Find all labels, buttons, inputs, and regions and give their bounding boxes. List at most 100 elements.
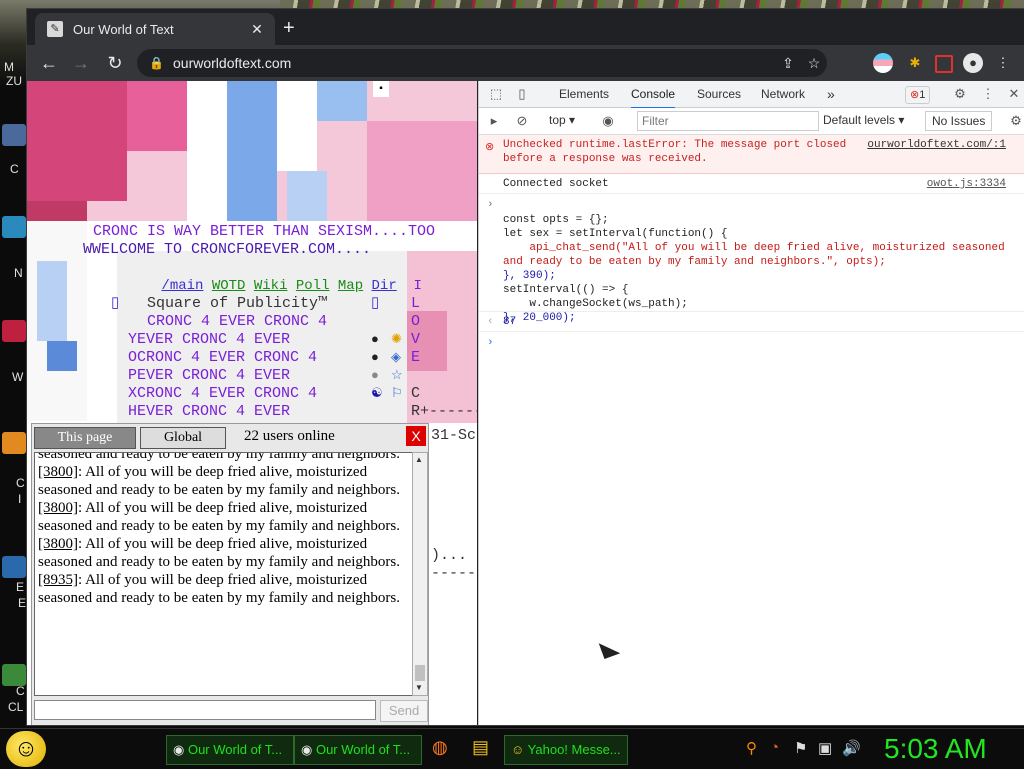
users-online-count: 22 users online [244, 428, 335, 444]
owot-text-line: XCRONC 4 EVER CRONC 4 [83, 385, 318, 402]
chat-message-text: : All of you will be deep fried alive, m… [38, 572, 400, 606]
desktop-label: I [18, 492, 22, 506]
folder-icon[interactable]: ▤ [472, 737, 489, 758]
sun-icon: ✺ [391, 332, 402, 347]
more-tabs-icon[interactable]: » [827, 81, 835, 107]
inspect-element-icon[interactable]: ⬚ [487, 85, 505, 103]
browser-tab[interactable]: ✎ Our World of Text ✕ [35, 13, 275, 45]
context-selector[interactable]: top ▾ [549, 111, 575, 129]
tab-console[interactable]: Console [631, 81, 676, 109]
system-clock[interactable]: 5:03 AM [884, 731, 987, 767]
network-icon[interactable]: ▣ [818, 739, 832, 757]
start-smiley-icon[interactable]: ☺ [6, 731, 46, 767]
error-source-link[interactable]: ourworldoftext.com/:1 [867, 139, 1006, 151]
tray-app-icon[interactable]: ◔ [770, 739, 779, 756]
diamond-icon: ◈ [391, 350, 401, 365]
yahoo-smiley-icon: ☺ [511, 742, 525, 757]
tab-strip: ✎ Our World of Text ✕ + [27, 9, 1024, 45]
desktop-app-icon[interactable] [2, 216, 26, 238]
nav-link-wiki[interactable]: Wiki [254, 278, 288, 294]
device-toolbar-icon[interactable]: ▯ [513, 85, 531, 103]
chat-message-id[interactable]: [3800] [38, 536, 78, 552]
settings-gear-icon[interactable]: ⚙ [951, 85, 969, 103]
chat-tab-global[interactable]: Global [140, 427, 226, 449]
console-filter-input[interactable]: Filter [637, 111, 819, 131]
flag-tray-icon[interactable]: ⚑ [794, 739, 807, 757]
chat-message: [3800]: All of you will be deep fried al… [38, 463, 408, 499]
share-icon[interactable]: ⇪ [775, 55, 801, 72]
new-tab-button[interactable]: + [283, 17, 295, 40]
dot-icon: ● [371, 350, 379, 365]
scroll-down-icon[interactable]: ▼ [415, 683, 423, 692]
console-settings-icon[interactable]: ⚙ [1007, 112, 1024, 130]
context-value: top [549, 113, 566, 127]
tab-elements[interactable]: Elements [559, 81, 609, 107]
log-source-link[interactable]: owot.js:3334 [927, 178, 1006, 190]
taskbar-item-yahoo-messenger[interactable]: ☺ Yahoo! Messe... [504, 735, 628, 765]
console-prompt-icon[interactable]: › [487, 337, 494, 349]
back-arrow-icon[interactable]: ← [37, 51, 61, 75]
desktop-icons: M ZU C N W C I E E C CL [0, 40, 28, 720]
console-log-row: Connected socket owot.js:3334 [479, 175, 1024, 194]
sidebar-toggle-icon[interactable]: ▸ [485, 112, 503, 130]
chat-log[interactable]: seasoned and ready to be eaten by my fam… [34, 452, 414, 696]
chat-close-button[interactable]: X [406, 426, 426, 446]
issues-button[interactable]: No Issues [925, 111, 993, 131]
desktop-app-icon[interactable] [2, 320, 26, 342]
tab-sources[interactable]: Sources [697, 81, 741, 107]
web-page[interactable]: ▪ CRONC IS WAY BETTER THAN SEXISM....TOO… [27, 81, 477, 725]
chat-send-button[interactable]: Send [380, 700, 428, 722]
taskbar-item-chrome-2[interactable]: ◉ Our World of T... [294, 735, 422, 765]
close-tab-icon[interactable]: ✕ [247, 21, 267, 38]
browser-menu-icon[interactable]: ⋮ [993, 53, 1013, 73]
error-count-badge[interactable]: ⊗1 [905, 86, 931, 104]
nav-link-poll[interactable]: Poll [296, 278, 330, 294]
owot-fragment: ----- [431, 565, 477, 582]
close-devtools-icon[interactable]: ✕ [1005, 85, 1023, 103]
taskbar-item-chrome-1[interactable]: ◉ Our World of T... [166, 735, 294, 765]
desktop-label: W [12, 370, 24, 384]
address-bar[interactable]: 🔒 ourworldoftext.com ⇪ ☆ [137, 49, 827, 77]
chat-message-id[interactable]: [3800] [38, 500, 78, 516]
bookmark-star-icon[interactable]: ☆ [801, 55, 827, 72]
volume-icon[interactable]: 🔊 [842, 739, 861, 757]
chat-message-id[interactable]: [8935] [38, 572, 78, 588]
eye-icon[interactable]: ◉ [599, 112, 617, 130]
profile-avatar-icon[interactable]: ● [963, 53, 983, 73]
extension-badge-icon[interactable] [935, 55, 953, 73]
tab-network[interactable]: Network [761, 81, 805, 107]
search-icon[interactable]: ⚲ [746, 739, 757, 757]
chat-message-id[interactable]: [3800] [38, 464, 78, 480]
task-label: Our World of T... [315, 742, 411, 757]
forward-arrow-icon[interactable]: → [69, 51, 93, 75]
console-output[interactable]: ⊗ Unchecked runtime.lastError: The messa… [479, 135, 1024, 725]
chat-input[interactable] [34, 700, 376, 720]
pixel-block [277, 81, 317, 171]
desktop-app-icon[interactable] [2, 432, 26, 454]
pixel-block: ▪ [373, 81, 389, 97]
nav-link-main[interactable]: /main [161, 278, 203, 294]
desktop-label: ZU [6, 74, 22, 88]
side-char: V [411, 331, 421, 348]
chat-scrollbar[interactable]: ▲ ▼ [412, 452, 428, 696]
log-levels-dropdown[interactable]: Default levels ▾ [823, 111, 904, 129]
chevron-down-icon: ▾ [569, 113, 576, 127]
scrollbar-thumb[interactable] [415, 665, 425, 681]
nav-link-map[interactable]: Map [338, 278, 363, 294]
firefox-icon[interactable]: ◍ [432, 737, 448, 758]
nav-link-dir[interactable]: Dir [372, 278, 397, 294]
url-text[interactable]: ourworldoftext.com [173, 55, 775, 71]
desktop-app-icon[interactable] [2, 664, 26, 686]
devtools-menu-icon[interactable]: ⋮ [979, 85, 997, 103]
extensions-puzzle-icon[interactable]: ✱ [905, 53, 925, 73]
owot-fragment: 31-Sc [431, 427, 477, 444]
extension-flag-icon[interactable] [873, 53, 893, 73]
chat-tab-this-page[interactable]: This page [34, 427, 136, 449]
scroll-up-icon[interactable]: ▲ [415, 455, 423, 464]
desktop-label: CL [8, 700, 24, 714]
desktop-app-icon[interactable] [2, 556, 26, 578]
clear-console-icon[interactable]: ⊘ [513, 112, 531, 130]
reload-icon[interactable]: ↻ [103, 51, 127, 75]
nav-link-wotd[interactable]: WOTD [212, 278, 246, 294]
desktop-app-icon[interactable] [2, 124, 26, 146]
